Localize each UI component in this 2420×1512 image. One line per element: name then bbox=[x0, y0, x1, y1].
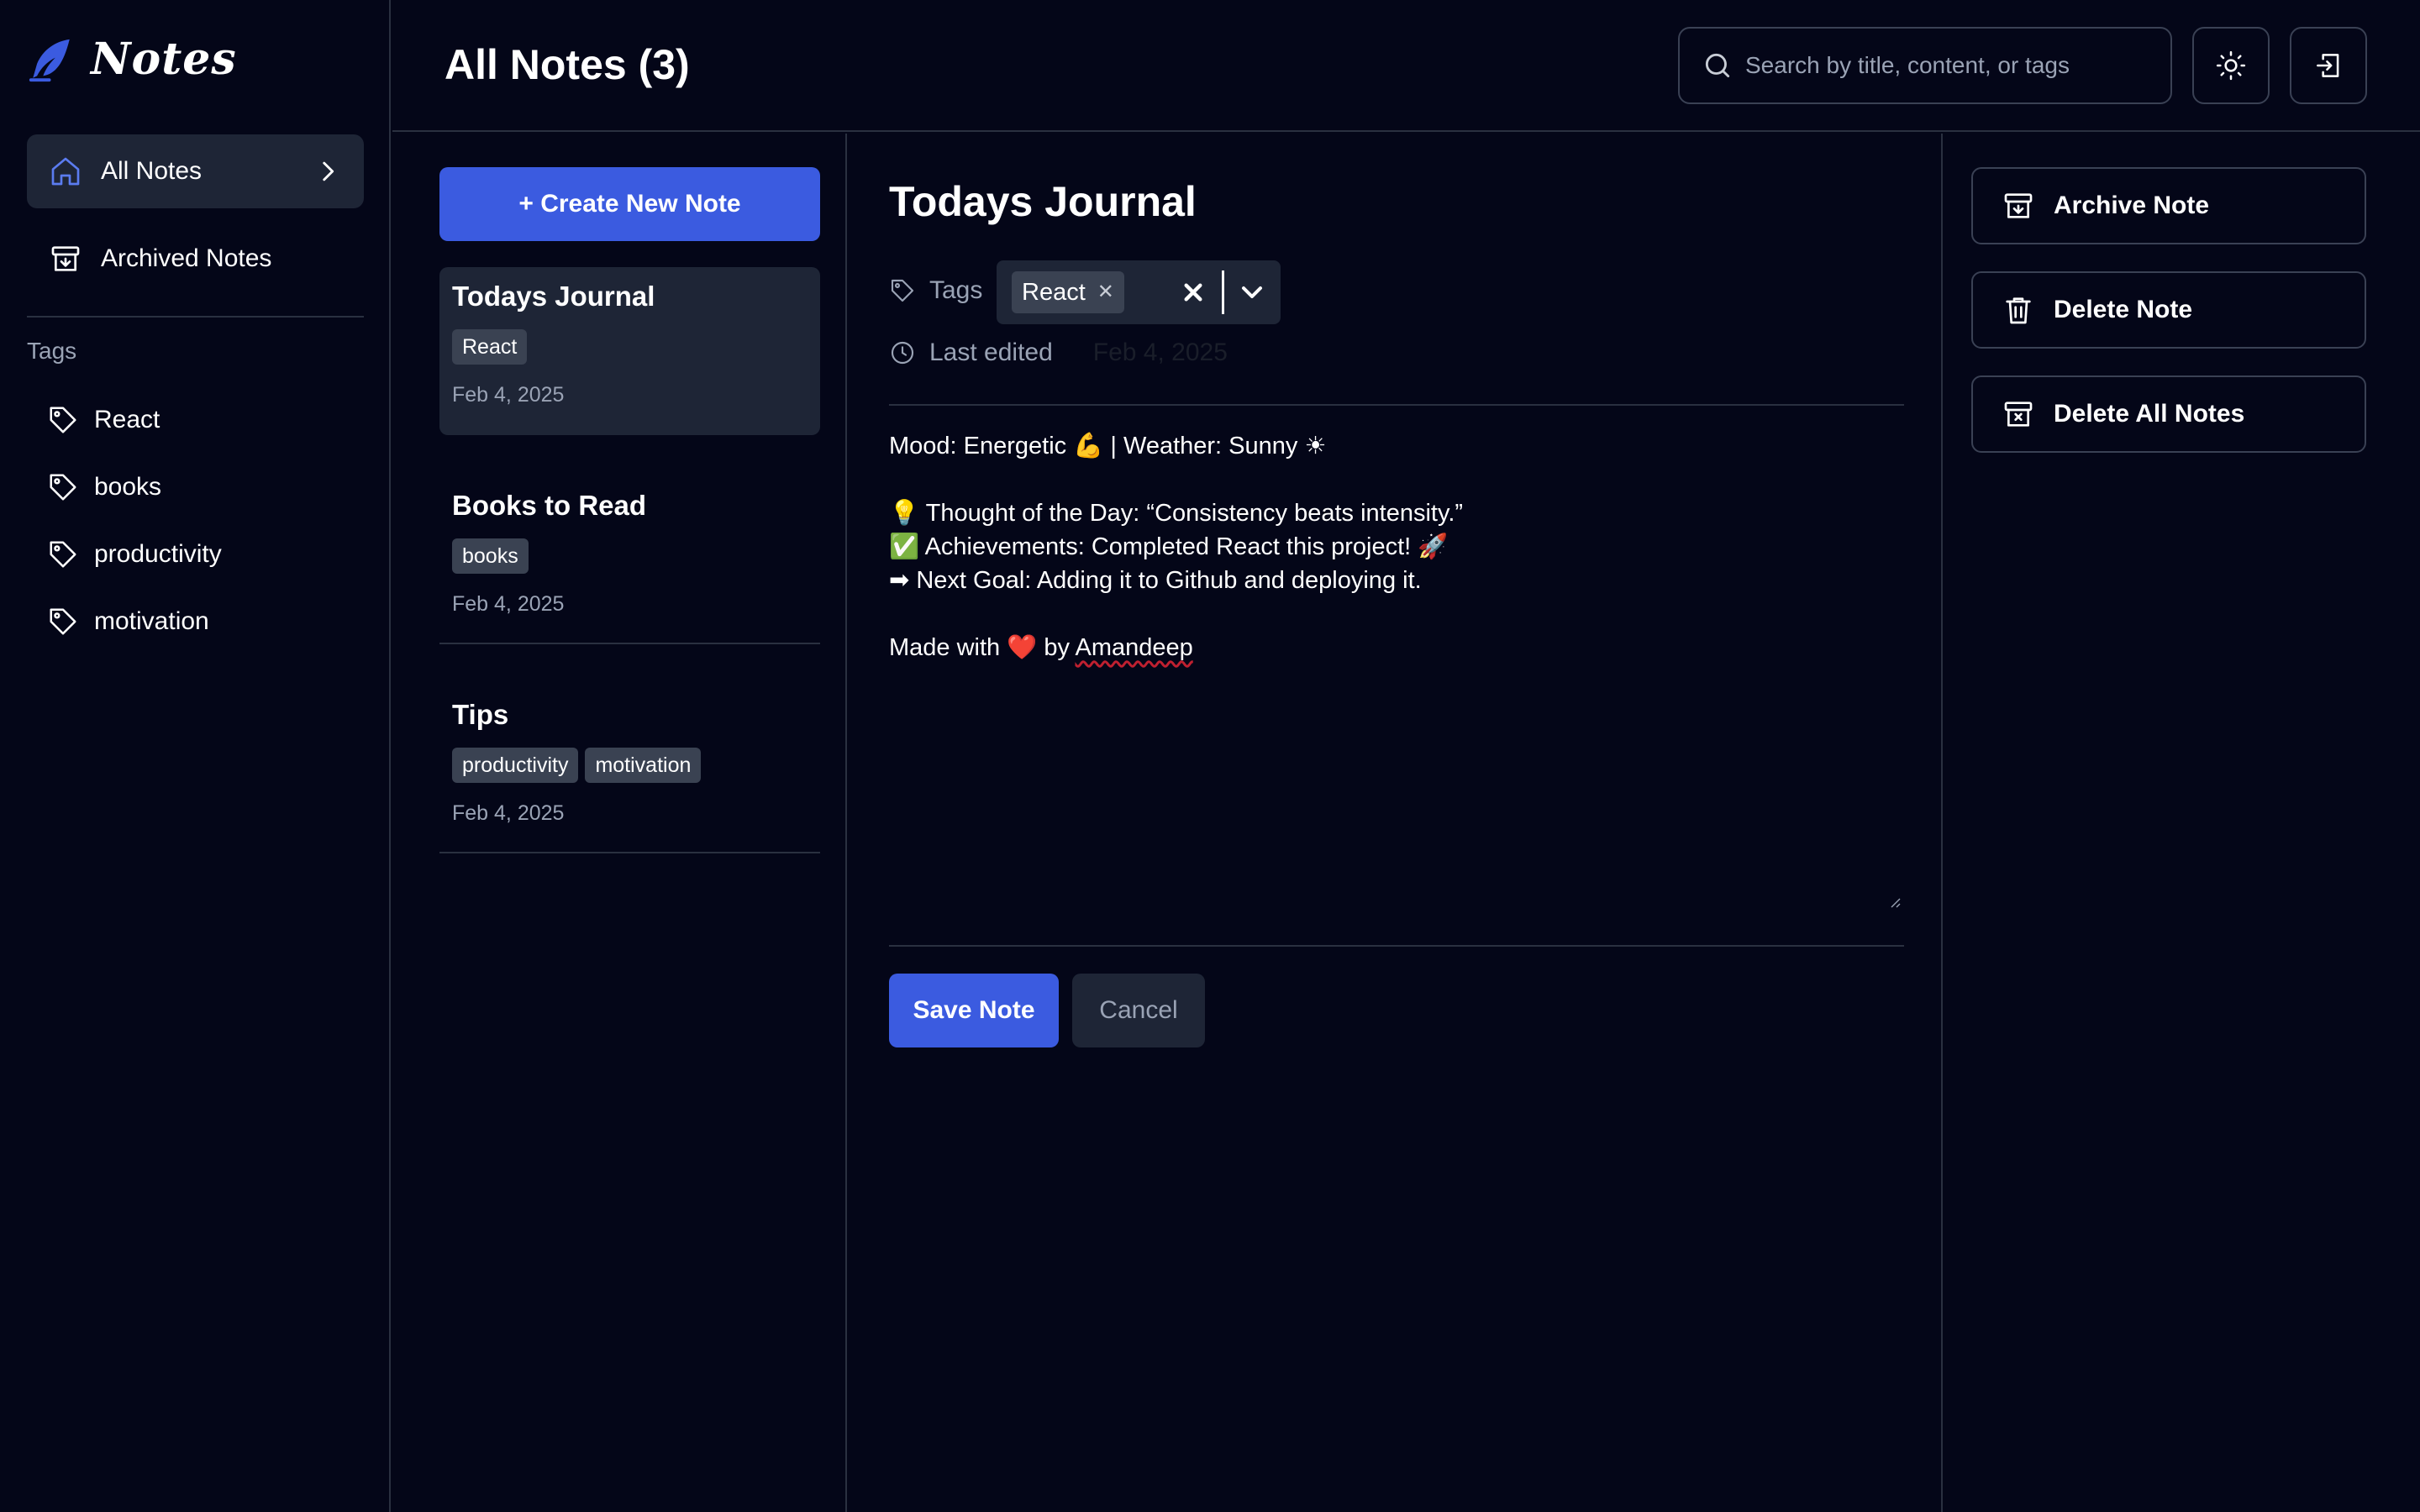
sidebar-tag-react[interactable]: React bbox=[47, 404, 160, 436]
chevron-right-icon bbox=[313, 157, 342, 186]
nav-label: Archived Notes bbox=[101, 244, 272, 272]
tag-select-separator bbox=[1222, 270, 1224, 314]
app-logo[interactable]: Notes bbox=[27, 34, 237, 85]
nav-archived-notes[interactable]: Archived Notes bbox=[27, 222, 364, 296]
note-card[interactable]: Books to Read books Feb 4, 2025 bbox=[439, 476, 820, 644]
search-icon bbox=[1702, 50, 1733, 81]
tag-chip: motivation bbox=[585, 748, 702, 783]
logout-icon bbox=[2312, 50, 2344, 81]
tag-icon bbox=[889, 277, 916, 304]
sidebar: Notes All Notes Archived Notes Tags Reac… bbox=[0, 0, 391, 1512]
editor-divider bbox=[889, 945, 1904, 947]
search-input[interactable] bbox=[1745, 52, 2149, 79]
save-note-button[interactable]: Save Note bbox=[889, 974, 1059, 1047]
clear-tags-icon[interactable] bbox=[1176, 276, 1210, 309]
note-card[interactable]: Tips productivity motivation Feb 4, 2025 bbox=[439, 685, 820, 853]
chevron-down-icon[interactable] bbox=[1235, 276, 1269, 309]
tags-row: Tags bbox=[889, 276, 982, 305]
tags-heading: Tags bbox=[27, 338, 77, 364]
note-title: Books to Read bbox=[452, 490, 647, 521]
archive-note-label: Archive Note bbox=[2054, 192, 2210, 219]
top-header: All Notes (3) bbox=[392, 0, 2420, 132]
content-line: Made with ❤️ by Amandeep bbox=[889, 631, 1904, 664]
content-line: ✅ Achievements: Completed React this pro… bbox=[889, 533, 1449, 560]
note-title-input[interactable]: Todays Journal bbox=[889, 177, 1197, 226]
tag-chip: productivity bbox=[452, 748, 579, 783]
resize-handle-icon[interactable] bbox=[1887, 895, 1901, 908]
note-tags: books bbox=[452, 538, 808, 574]
archive-x-icon bbox=[2002, 397, 2035, 431]
archive-note-button[interactable]: Archive Note bbox=[1971, 167, 2366, 244]
remove-tag-icon[interactable]: ✕ bbox=[1097, 276, 1114, 308]
sidebar-tag-productivity[interactable]: productivity bbox=[47, 538, 222, 570]
clock-icon bbox=[889, 339, 916, 366]
sidebar-tag-label: books bbox=[94, 473, 162, 501]
logout-button[interactable] bbox=[2290, 27, 2367, 104]
delete-all-notes-label: Delete All Notes bbox=[2054, 400, 2245, 428]
archive-icon bbox=[49, 242, 82, 276]
sidebar-tag-label: productivity bbox=[94, 540, 222, 568]
notes-list-panel: + Create New Note Todays Journal React F… bbox=[392, 134, 847, 1512]
nav-label: All Notes bbox=[101, 157, 203, 185]
content-line: ➡ Next Goal: Adding it to Github and dep… bbox=[889, 567, 1422, 594]
tag-icon bbox=[47, 404, 79, 436]
author-name: Amandeep bbox=[1075, 634, 1193, 661]
content-line bbox=[889, 463, 1904, 496]
last-edited-row: Last edited Feb 4, 2025 bbox=[889, 339, 1228, 367]
search-box[interactable] bbox=[1678, 27, 2172, 104]
sun-icon bbox=[2215, 50, 2247, 81]
archive-icon bbox=[2002, 189, 2035, 223]
last-edited-label: Last edited bbox=[929, 339, 1053, 366]
delete-note-button[interactable]: Delete Note bbox=[1971, 271, 2366, 349]
nav-all-notes[interactable]: All Notes bbox=[27, 134, 364, 208]
feather-icon bbox=[27, 35, 76, 84]
last-edited-date: Feb 4, 2025 bbox=[1092, 339, 1228, 366]
sidebar-tag-label: React bbox=[94, 406, 160, 433]
cancel-button[interactable]: Cancel bbox=[1072, 974, 1205, 1047]
tag-chip: books bbox=[452, 538, 529, 574]
theme-toggle-button[interactable] bbox=[2192, 27, 2270, 104]
note-title: Tips bbox=[452, 699, 509, 730]
note-title: Todays Journal bbox=[452, 281, 655, 312]
tag-icon bbox=[47, 606, 79, 638]
page-title: All Notes (3) bbox=[445, 41, 690, 88]
delete-all-notes-button[interactable]: Delete All Notes bbox=[1971, 375, 2366, 453]
editor-divider bbox=[889, 404, 1904, 406]
content-line bbox=[889, 597, 1904, 631]
selected-tag-label: React bbox=[1022, 279, 1086, 306]
tag-chip: React bbox=[452, 329, 528, 365]
note-actions-panel: Archive Note Delete Note Delete All Note… bbox=[1944, 134, 2420, 1512]
content-line: 💡 Thought of the Day: “Consistency beats… bbox=[889, 500, 1464, 527]
tags-label: Tags bbox=[929, 276, 983, 304]
note-date: Feb 4, 2025 bbox=[452, 592, 565, 616]
tag-select[interactable]: React ✕ bbox=[997, 260, 1281, 324]
selected-tag-chip: React ✕ bbox=[1012, 271, 1124, 313]
tag-icon bbox=[47, 471, 79, 503]
note-date: Feb 4, 2025 bbox=[452, 383, 565, 407]
tag-icon bbox=[47, 538, 79, 570]
content-text: Made with ❤️ by bbox=[889, 634, 1076, 661]
sidebar-tag-motivation[interactable]: motivation bbox=[47, 606, 209, 638]
note-card[interactable]: Todays Journal React Feb 4, 2025 bbox=[439, 267, 820, 435]
note-content-textarea[interactable]: Mood: Energetic 💪 | Weather: Sunny ☀ 💡 Th… bbox=[889, 429, 1904, 893]
trash-icon bbox=[2002, 293, 2035, 327]
note-tags: productivity motivation bbox=[452, 748, 808, 783]
note-editor: Todays Journal Tags React ✕ Last edited … bbox=[849, 134, 1943, 1512]
content-line: Mood: Energetic 💪 | Weather: Sunny ☀ bbox=[889, 433, 1327, 459]
note-tags: React bbox=[452, 329, 808, 365]
sidebar-tag-label: motivation bbox=[94, 607, 209, 635]
sidebar-divider bbox=[27, 316, 364, 318]
delete-note-label: Delete Note bbox=[2054, 296, 2193, 323]
create-note-button[interactable]: + Create New Note bbox=[439, 167, 820, 241]
home-icon bbox=[49, 155, 82, 188]
app-name: Notes bbox=[91, 34, 237, 85]
sidebar-tag-books[interactable]: books bbox=[47, 471, 161, 503]
note-date: Feb 4, 2025 bbox=[452, 801, 565, 825]
